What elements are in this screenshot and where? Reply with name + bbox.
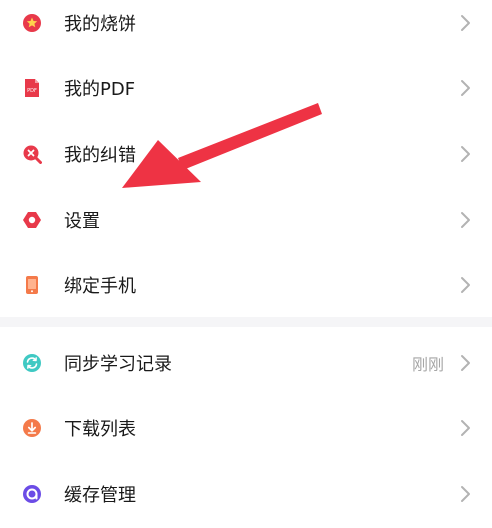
chevron-right-icon (461, 15, 470, 31)
pdf-file-icon: PDF (25, 79, 39, 97)
download-icon (23, 419, 41, 437)
menu-item-label: 设置 (64, 211, 100, 232)
menu-item-label: 下载列表 (64, 419, 136, 440)
menu-item-label: 绑定手机 (64, 276, 136, 297)
chevron-right-icon (461, 212, 470, 228)
menu-item-bind-phone[interactable]: 绑定手机 (0, 255, 492, 315)
chevron-right-icon (461, 355, 470, 371)
menu-item-my-shaobing[interactable]: 我的烧饼 (0, 0, 492, 53)
chevron-right-icon (461, 277, 470, 293)
error-search-icon (23, 145, 42, 164)
menu-item-label: 我的PDF (64, 79, 136, 100)
menu-item-my-corrections[interactable]: 我的纠错 (0, 124, 492, 184)
menu-item-sync-records[interactable]: 同步学习记录 刚刚 (0, 333, 492, 393)
star-badge-icon (23, 14, 41, 32)
chevron-right-icon (461, 80, 470, 96)
cache-icon (23, 485, 41, 503)
chevron-right-icon (461, 486, 470, 502)
sync-icon (23, 354, 41, 372)
settings-menu-page: 我的烧饼 PDF 我的PDF 我的纠错 设置 绑定手机 同步学习记录 刚刚 下载… (0, 0, 492, 528)
menu-item-label: 同步学习记录 (64, 354, 172, 375)
menu-item-settings[interactable]: 设置 (0, 190, 492, 250)
menu-item-my-pdf[interactable]: PDF 我的PDF (0, 58, 492, 118)
menu-item-cache-management[interactable]: 缓存管理 (0, 464, 492, 524)
menu-item-label: 我的纠错 (64, 145, 136, 166)
section-divider (0, 317, 492, 327)
svg-text:PDF: PDF (27, 88, 37, 94)
gear-icon (23, 212, 41, 228)
last-sync-time: 刚刚 (411, 355, 444, 374)
menu-item-download-list[interactable]: 下载列表 (0, 398, 492, 458)
chevron-right-icon (461, 146, 470, 162)
phone-icon (26, 276, 38, 294)
chevron-right-icon (461, 420, 470, 436)
menu-item-label: 我的烧饼 (64, 14, 136, 35)
menu-item-label: 缓存管理 (64, 485, 136, 506)
